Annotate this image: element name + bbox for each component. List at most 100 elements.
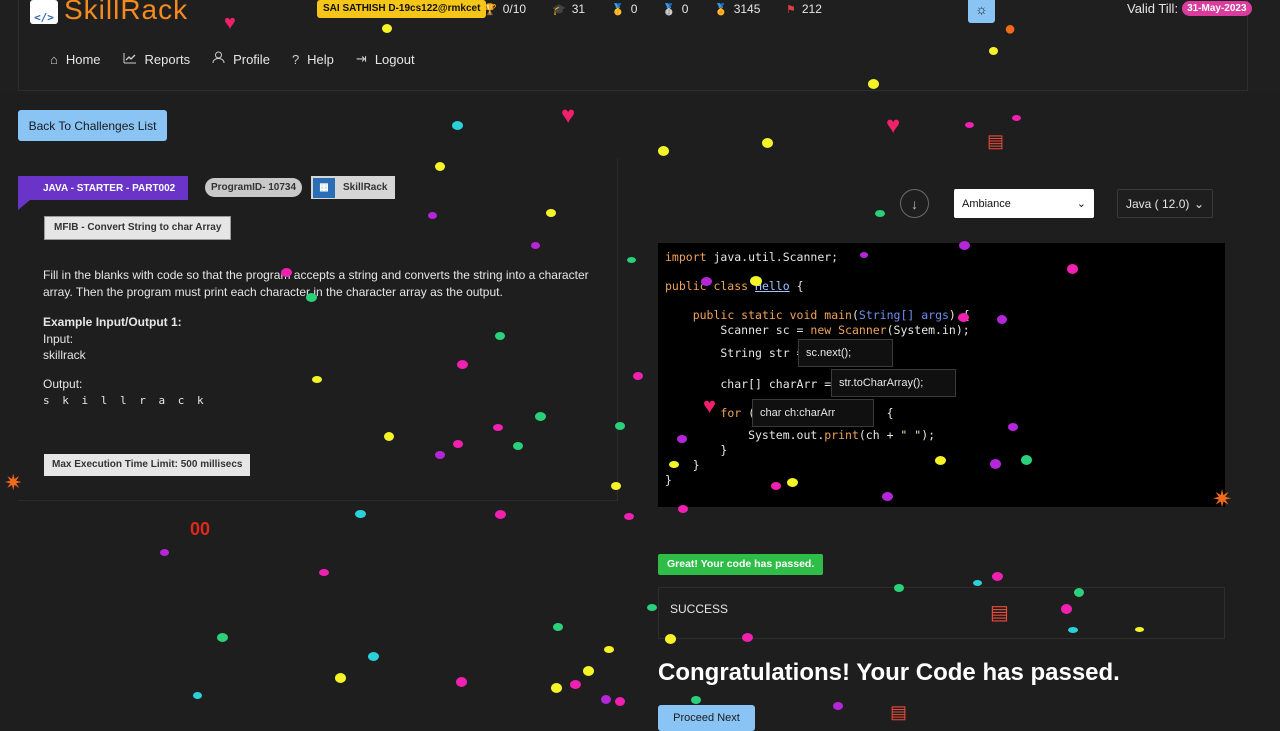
confetti-dot — [319, 569, 329, 576]
valid-till-label: Valid Till: — [1127, 1, 1179, 16]
result-panel — [658, 587, 1225, 639]
confetti-dot — [992, 572, 1003, 581]
menu-item-logout[interactable]: ⇥ Logout — [356, 50, 415, 68]
menu-item-profile[interactable]: Profile — [212, 50, 270, 68]
problem-description: Fill in the blanks with code so that the… — [43, 268, 589, 299]
logo-text: SkillRack — [64, 0, 189, 25]
menu-item-home[interactable]: ⌂ Home — [50, 50, 101, 68]
download-button[interactable]: ↓ — [900, 189, 929, 218]
stat-value: 0 — [630, 2, 638, 16]
confetti-dot — [658, 146, 669, 156]
stat-trophy: 🏆 0/10 — [483, 1, 526, 17]
logout-icon: ⇥ — [355, 51, 367, 66]
course-label-tail — [18, 200, 30, 210]
menu-item-label: Logout — [374, 51, 415, 67]
confetti-dot — [456, 677, 467, 687]
theme-toggle-button[interactable]: ☼ — [968, 0, 995, 23]
problem-panel — [18, 158, 618, 501]
editor-theme-value: Ambiance — [962, 197, 1011, 210]
menu-item-help[interactable]: ? Help — [292, 50, 334, 68]
editor-theme-select[interactable]: Ambiance ⌄ — [954, 189, 1094, 218]
flag-icon: ⚑ — [786, 3, 796, 16]
validity: Valid Till: 31-May-2023 — [1127, 1, 1252, 16]
language-select[interactable]: Java ( 12.0) ⌄ — [1117, 189, 1213, 218]
code-line: String str = — [665, 346, 804, 360]
silver-medal-icon: 🥈 — [662, 3, 676, 16]
input-value: skillrack — [43, 348, 86, 362]
arrow-down-icon: ↓ — [911, 195, 918, 212]
confetti-dot — [583, 666, 594, 676]
proceed-next-button[interactable]: Proceed Next — [658, 705, 755, 731]
heart-sparkle-icon: ♥ — [886, 112, 901, 139]
red-medal-icon: 🏅 — [714, 3, 728, 16]
result-status: SUCCESS — [670, 602, 729, 616]
confetti-dot — [452, 121, 463, 130]
menu-item-label: Help — [307, 51, 334, 67]
code-line: public class Hello { — [665, 279, 804, 293]
confetti-dot — [615, 697, 625, 706]
stat-gold-medal: 🥇 0 — [611, 1, 637, 17]
congrats-heading: Congratulations! Your Code has passed. — [658, 659, 1120, 686]
confetti-dot — [193, 692, 202, 699]
user-badge: SAI SATHISH D-19cs122@rmkcet — [317, 0, 487, 18]
valid-till-date: 31-May-2023 — [1182, 1, 1252, 16]
code-line: import java.util.Scanner; — [665, 250, 839, 264]
pass-badge: Great! Your code has passed. — [658, 554, 824, 575]
back-to-challenges-button[interactable]: Back To Challenges List — [18, 110, 167, 141]
confetti-dot — [570, 680, 581, 689]
popcorn-icon: ▤ — [987, 131, 1005, 151]
checkbox-grid-icon: ▦ — [313, 177, 335, 198]
chevron-down-icon: ⌄ — [1193, 196, 1204, 211]
code-line: } — [665, 458, 700, 472]
program-id-badge: ProgramID- 10734 — [205, 178, 303, 197]
menu-item-label: Home — [65, 51, 101, 67]
gold-medal-icon: 🥇 — [611, 3, 625, 16]
sun-icon: ☼ — [975, 0, 988, 17]
confetti-dot — [551, 683, 562, 693]
code-editor[interactable]: import java.util.Scanner; public class H… — [658, 243, 1225, 507]
code-line: } — [665, 443, 728, 457]
chart-icon — [123, 52, 137, 67]
code-line: System.out.print(ch + " "); — [665, 428, 936, 442]
confetti-dot — [833, 702, 843, 710]
hundred-icon: 00 — [190, 519, 211, 539]
confetti-dot — [762, 138, 773, 148]
stat-value: 31 — [571, 2, 586, 16]
home-icon: ⌂ — [50, 51, 58, 67]
confetti-dot — [160, 549, 169, 556]
chevron-down-icon: ⌄ — [1076, 198, 1086, 210]
user-icon — [212, 51, 225, 67]
output-value: s k i l l r a c k — [43, 394, 207, 407]
stat-value: 0/10 — [502, 2, 527, 16]
confetti-dot — [691, 696, 701, 704]
confetti-dot — [495, 510, 506, 519]
main-menu: ⌂ Home Reports Profile ? Help ⇥ Logout — [50, 50, 415, 68]
menu-item-label: Reports — [144, 51, 191, 67]
heart-sparkle-icon: ♥ — [561, 102, 576, 129]
menu-item-reports[interactable]: Reports — [123, 50, 191, 68]
skillrack-logo[interactable]: </> SkillRack — [30, 0, 188, 24]
time-limit-badge: Max Execution Time Limit: 500 millisecs — [44, 454, 251, 476]
course-label: JAVA - STARTER - PART002 — [18, 176, 188, 200]
code-line: char[] charArr = — [665, 377, 832, 391]
stat-value: 3145 — [733, 2, 761, 16]
confetti-dot — [627, 257, 636, 263]
example-title: Example Input/Output 1: — [43, 315, 182, 329]
question-icon: ? — [291, 51, 300, 67]
code-line: } — [665, 473, 672, 487]
confetti-dot — [633, 372, 643, 380]
confetti-dot — [553, 623, 563, 631]
blank-input-3[interactable]: char ch:charArr — [752, 399, 874, 427]
blank-input-1[interactable]: sc.next(); — [798, 339, 893, 367]
confetti-dot — [647, 604, 657, 611]
stat-silver-medal: 🥈 0 — [662, 1, 688, 17]
confetti-dot — [624, 513, 634, 520]
provider-label: SkillRack — [343, 182, 388, 193]
blank-input-2[interactable]: str.toCharArray(); — [831, 369, 956, 397]
stat-value: 212 — [801, 2, 822, 16]
stat-value: 0 — [681, 2, 689, 16]
confetti-dot — [965, 122, 974, 128]
trophy-icon: 🏆 — [483, 3, 497, 16]
confetti-dot — [604, 646, 614, 653]
confetti-dot — [601, 695, 611, 704]
